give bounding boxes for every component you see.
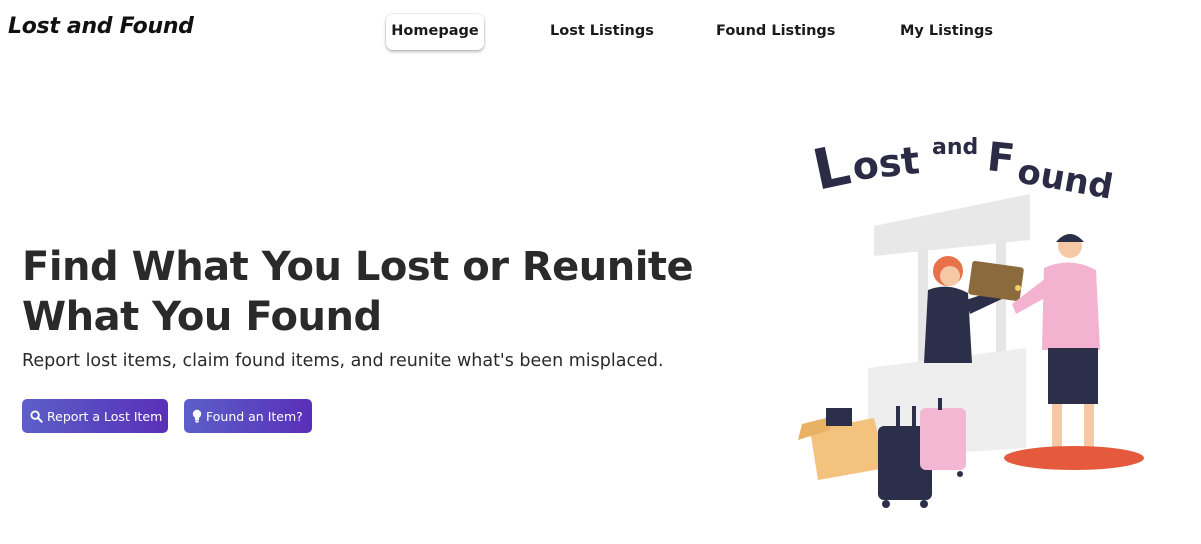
svg-text:and: and — [932, 135, 978, 160]
nav-found-listings[interactable]: Found Listings — [716, 14, 835, 50]
nav-my-listings[interactable]: My Listings — [900, 14, 993, 50]
found-item-label: Found an Item? — [206, 408, 303, 424]
hero-subtitle: Report lost items, claim found items, an… — [22, 351, 664, 371]
svg-text:L: L — [807, 133, 855, 204]
hero-title-line2: What You Found — [22, 294, 382, 340]
lightbulb-icon — [192, 409, 202, 423]
hero-title-line1: Find What You Lost or Reunite — [22, 244, 694, 290]
site-logo[interactable]: Lost and Found — [8, 14, 194, 39]
hero-title: Find What You Lost or Reunite What You F… — [22, 242, 722, 342]
illustration-lettering: L ost and F ound — [807, 133, 1116, 208]
nav-lost-listings[interactable]: Lost Listings — [550, 14, 654, 50]
nav-homepage[interactable]: Homepage — [386, 14, 484, 50]
report-lost-item-label: Report a Lost Item — [47, 408, 163, 424]
lost-and-found-illustration: L ost and F ound — [798, 133, 1144, 508]
report-lost-item-button[interactable]: Report a Lost Item — [22, 399, 168, 433]
svg-text:F: F — [985, 134, 1017, 183]
svg-text:ost: ost — [850, 138, 921, 189]
search-icon — [30, 409, 43, 423]
found-item-button[interactable]: Found an Item? — [184, 399, 312, 433]
